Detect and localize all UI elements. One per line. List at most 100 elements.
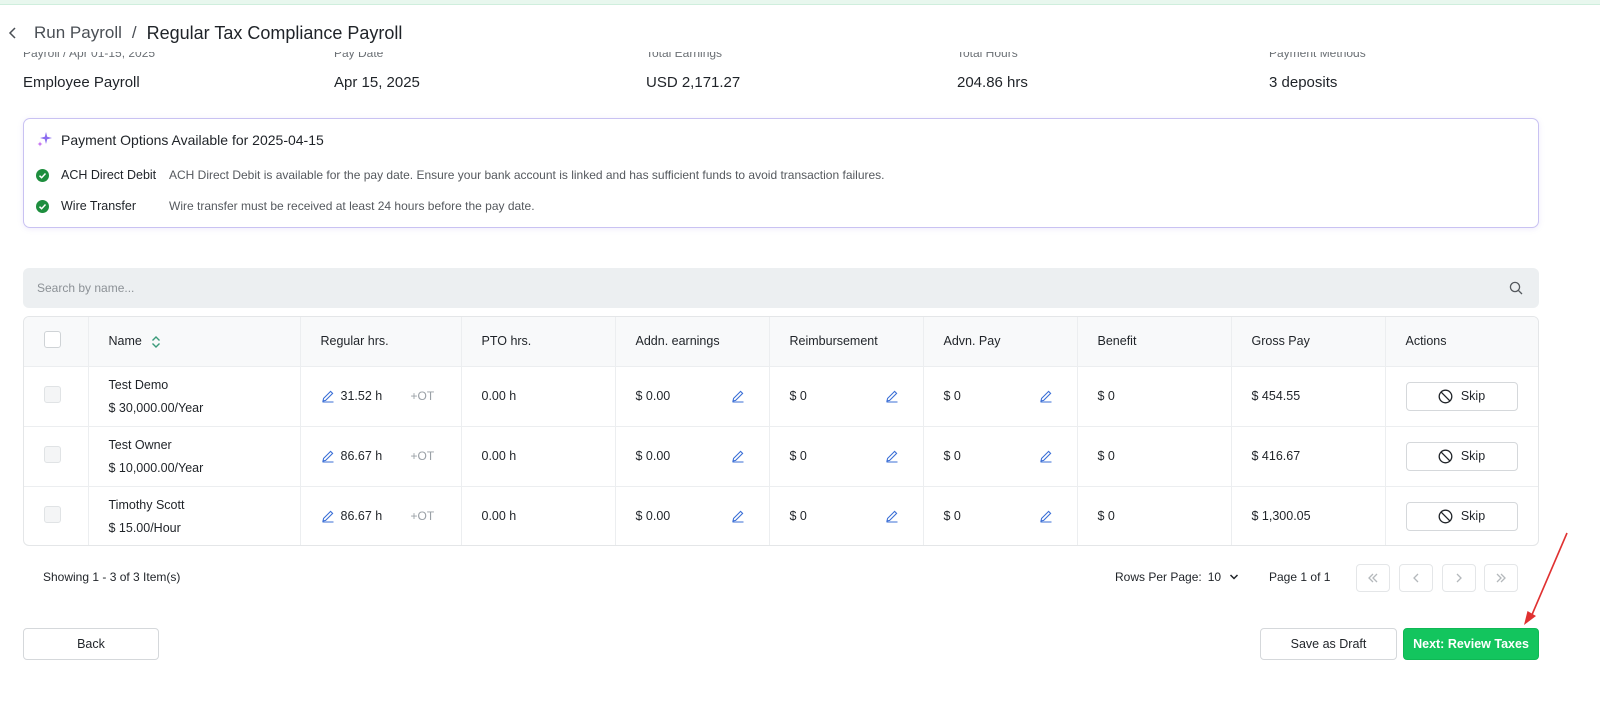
- addn-earnings-value: $ 0.00: [635, 449, 671, 463]
- payment-options-panel: Payment Options Available for 2025-04-15…: [23, 118, 1539, 228]
- save-as-draft-button[interactable]: Save as Draft: [1260, 628, 1397, 660]
- summary-label: Total Earnings: [646, 52, 723, 60]
- employee-salary: $ 15.00/Hour: [108, 520, 181, 535]
- table-header-row: Name Regular hrs. PTO hrs. Addn. earning…: [24, 317, 1538, 366]
- advn-pay-cell: $ 0: [923, 486, 1078, 545]
- advn-pay-cell: $ 0: [923, 366, 1078, 426]
- pencil-icon[interactable]: [1039, 449, 1053, 463]
- next-page-button[interactable]: [1442, 564, 1476, 592]
- column-header-reimbursement: Reimbursement: [769, 317, 924, 366]
- pto-hrs-cell: 0.00 h: [461, 366, 616, 426]
- pencil-icon[interactable]: [885, 389, 899, 403]
- employee-salary: $ 10,000.00/Year: [108, 460, 204, 475]
- advn-pay-value: $ 0: [943, 449, 961, 463]
- table-row: Timothy Scott $ 15.00/Hour 86.67 h +OT 0…: [24, 486, 1538, 545]
- summary-label: Payroll / Apr 01-15, 2025: [23, 52, 156, 60]
- skip-label: Skip: [1460, 509, 1486, 524]
- advn-pay-value: $ 0: [943, 509, 961, 524]
- employee-name: Test Demo: [108, 377, 169, 392]
- search-icon[interactable]: [1509, 281, 1523, 295]
- reimbursement-cell: $ 0: [769, 426, 924, 486]
- chevron-left-icon[interactable]: [6, 26, 20, 40]
- skip-button[interactable]: Skip: [1405, 381, 1518, 411]
- reimbursement-cell: $ 0: [769, 366, 924, 426]
- chevron-down-icon: [1230, 574, 1239, 580]
- pencil-icon[interactable]: [731, 389, 745, 403]
- pencil-icon[interactable]: [885, 449, 899, 463]
- pencil-icon[interactable]: [1039, 509, 1053, 523]
- reimbursement-cell: $ 0: [769, 486, 924, 545]
- regular-hrs-cell: 86.67 h +OT: [300, 486, 462, 545]
- addn-earnings-value: $ 0.00: [635, 509, 671, 524]
- summary-total-hours: Total Hours 204.86 hrs: [957, 52, 1257, 92]
- advn-pay-value: $ 0: [943, 389, 961, 403]
- benefit-cell: $ 0: [1077, 366, 1232, 426]
- column-header-gross-pay: Gross Pay: [1231, 317, 1386, 366]
- payroll-summary: Payroll / Apr 01-15, 2025 Employee Payro…: [23, 52, 1563, 92]
- pencil-icon[interactable]: [321, 509, 335, 523]
- column-header-pto-hrs: PTO hrs.: [461, 317, 616, 366]
- gross-pay-cell: $ 454.55: [1231, 366, 1386, 426]
- column-header-name[interactable]: Name: [88, 317, 301, 366]
- row-checkbox[interactable]: [44, 506, 61, 524]
- employee-name: Test Owner: [108, 437, 172, 452]
- regular-hours-value: 86.67 h: [340, 449, 383, 463]
- breadcrumb-run-payroll[interactable]: Run Payroll: [34, 23, 122, 43]
- employee-name: Timothy Scott: [108, 497, 185, 512]
- pencil-icon[interactable]: [731, 509, 745, 523]
- summary-label: Total Hours: [957, 52, 1018, 60]
- benefit-cell: $ 0: [1077, 426, 1232, 486]
- annotation-arrow-icon: [1524, 532, 1568, 625]
- skip-button[interactable]: Skip: [1405, 441, 1518, 471]
- chevrons-left-icon: [1368, 573, 1378, 583]
- payment-option-name: Wire Transfer: [61, 199, 137, 213]
- pencil-icon[interactable]: [885, 509, 899, 523]
- pencil-icon[interactable]: [321, 449, 335, 463]
- reimbursement-value: $ 0: [789, 389, 807, 403]
- pencil-icon[interactable]: [321, 389, 335, 403]
- summary-total-earnings: Total Earnings USD 2,171.27: [646, 52, 946, 92]
- skip-label: Skip: [1460, 449, 1486, 463]
- sparkle-icon: [37, 132, 52, 147]
- check-circle-icon: [36, 199, 49, 213]
- pencil-icon[interactable]: [731, 449, 745, 463]
- sort-icon[interactable]: [150, 335, 162, 349]
- summary-value: Employee Payroll: [23, 74, 140, 91]
- row-checkbox[interactable]: [44, 386, 61, 403]
- row-select-cell: [24, 366, 89, 426]
- payment-option-ach: ACH Direct Debit ACH Direct Debit is ava…: [36, 166, 885, 184]
- addn-earnings-cell: $ 0.00: [615, 366, 770, 426]
- back-button[interactable]: Back: [23, 628, 159, 660]
- page-mid: of: [1310, 570, 1321, 584]
- payment-option-description: Wire transfer must be received at least …: [169, 199, 535, 213]
- check-circle-icon: [36, 168, 49, 182]
- pto-hrs-cell: 0.00 h: [461, 426, 616, 486]
- top-accent-bar: [0, 0, 1600, 5]
- add-overtime-button[interactable]: +OT: [411, 389, 435, 403]
- add-overtime-button[interactable]: +OT: [411, 509, 435, 523]
- row-checkbox[interactable]: [44, 446, 61, 463]
- search-input[interactable]: [23, 268, 1483, 308]
- employee-cell: Test Owner $ 10,000.00/Year: [88, 426, 301, 486]
- summary-value: 204.86 hrs: [957, 74, 1028, 91]
- rows-per-page-select[interactable]: 10: [1208, 570, 1239, 584]
- reimbursement-value: $ 0: [789, 449, 807, 463]
- previous-page-button[interactable]: [1399, 564, 1433, 592]
- showing-count: Showing 1 - 3 of 3 Item(s): [43, 570, 181, 584]
- first-page-button[interactable]: [1356, 564, 1390, 592]
- next-review-taxes-button[interactable]: Next: Review Taxes: [1403, 628, 1539, 660]
- addn-earnings-cell: $ 0.00: [615, 486, 770, 545]
- addn-earnings-cell: $ 0.00: [615, 426, 770, 486]
- summary-value: Apr 15, 2025: [334, 74, 420, 91]
- advn-pay-cell: $ 0: [923, 426, 1078, 486]
- skip-button[interactable]: Skip: [1405, 501, 1518, 531]
- ban-icon: [1438, 389, 1453, 403]
- column-header-regular-hrs: Regular hrs.: [300, 317, 462, 366]
- summary-pay-date: Pay Date Apr 15, 2025: [334, 52, 634, 92]
- benefit-cell: $ 0: [1077, 486, 1232, 545]
- select-all-checkbox[interactable]: [44, 331, 61, 349]
- ban-icon: [1438, 509, 1453, 524]
- pencil-icon[interactable]: [1039, 389, 1053, 403]
- breadcrumb-separator: /: [131, 23, 137, 42]
- add-overtime-button[interactable]: +OT: [411, 449, 435, 463]
